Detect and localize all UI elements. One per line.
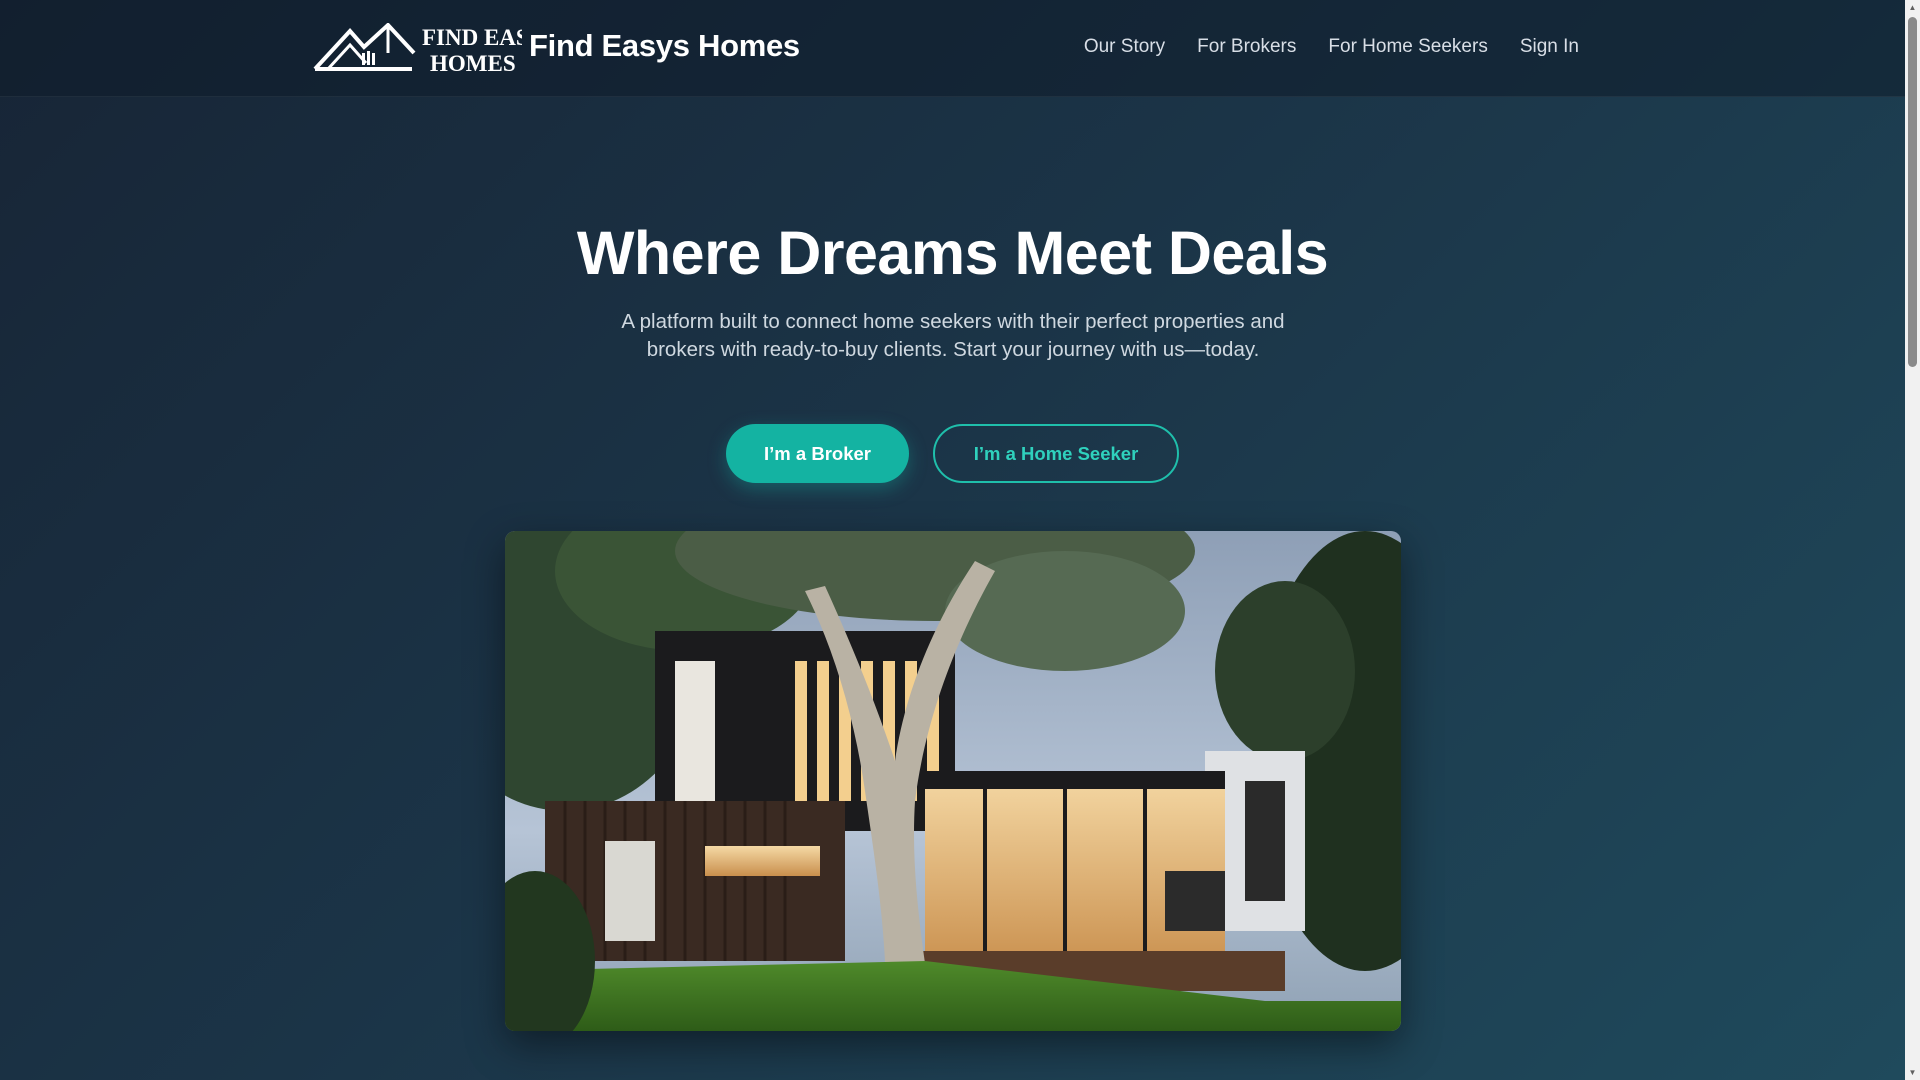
site-header: FIND EASY HOMES Find Easys Homes Our Sto… xyxy=(0,0,1905,97)
hero-subtitle: A platform built to connect home seekers… xyxy=(621,310,1285,361)
vertical-scrollbar[interactable]: ▲ ▼ xyxy=(1905,0,1920,1080)
hero-title: Where Dreams Meet Deals xyxy=(576,219,1329,287)
triangle-down-icon[interactable]: ▼ xyxy=(1905,1065,1920,1080)
house-roof-logo-icon: FIND EASY HOMES xyxy=(313,23,522,75)
hero-house-image xyxy=(505,531,1401,1031)
nav-our-story[interactable]: Our Story xyxy=(1084,36,1165,58)
modern-house-photo xyxy=(505,531,1401,1031)
brand-name[interactable]: Find Easys Homes xyxy=(529,28,800,64)
home-seeker-button[interactable]: I’m a Home Seeker xyxy=(933,424,1179,483)
nav-sign-in[interactable]: Sign In xyxy=(1520,36,1579,58)
nav-for-brokers[interactable]: For Brokers xyxy=(1197,36,1296,58)
broker-button[interactable]: I’m a Broker xyxy=(726,424,909,483)
logo-text-line1: FIND EASY xyxy=(422,25,522,50)
main-nav: Our Story For Brokers For Home Seekers S… xyxy=(1084,36,1579,58)
logo-link[interactable]: FIND EASY HOMES xyxy=(312,22,522,76)
triangle-up-icon[interactable]: ▲ xyxy=(1905,0,1920,15)
logo-text-line2: HOMES xyxy=(430,51,516,75)
nav-for-home-seekers[interactable]: For Home Seekers xyxy=(1328,36,1487,58)
scroll-thumb[interactable] xyxy=(1908,17,1917,367)
